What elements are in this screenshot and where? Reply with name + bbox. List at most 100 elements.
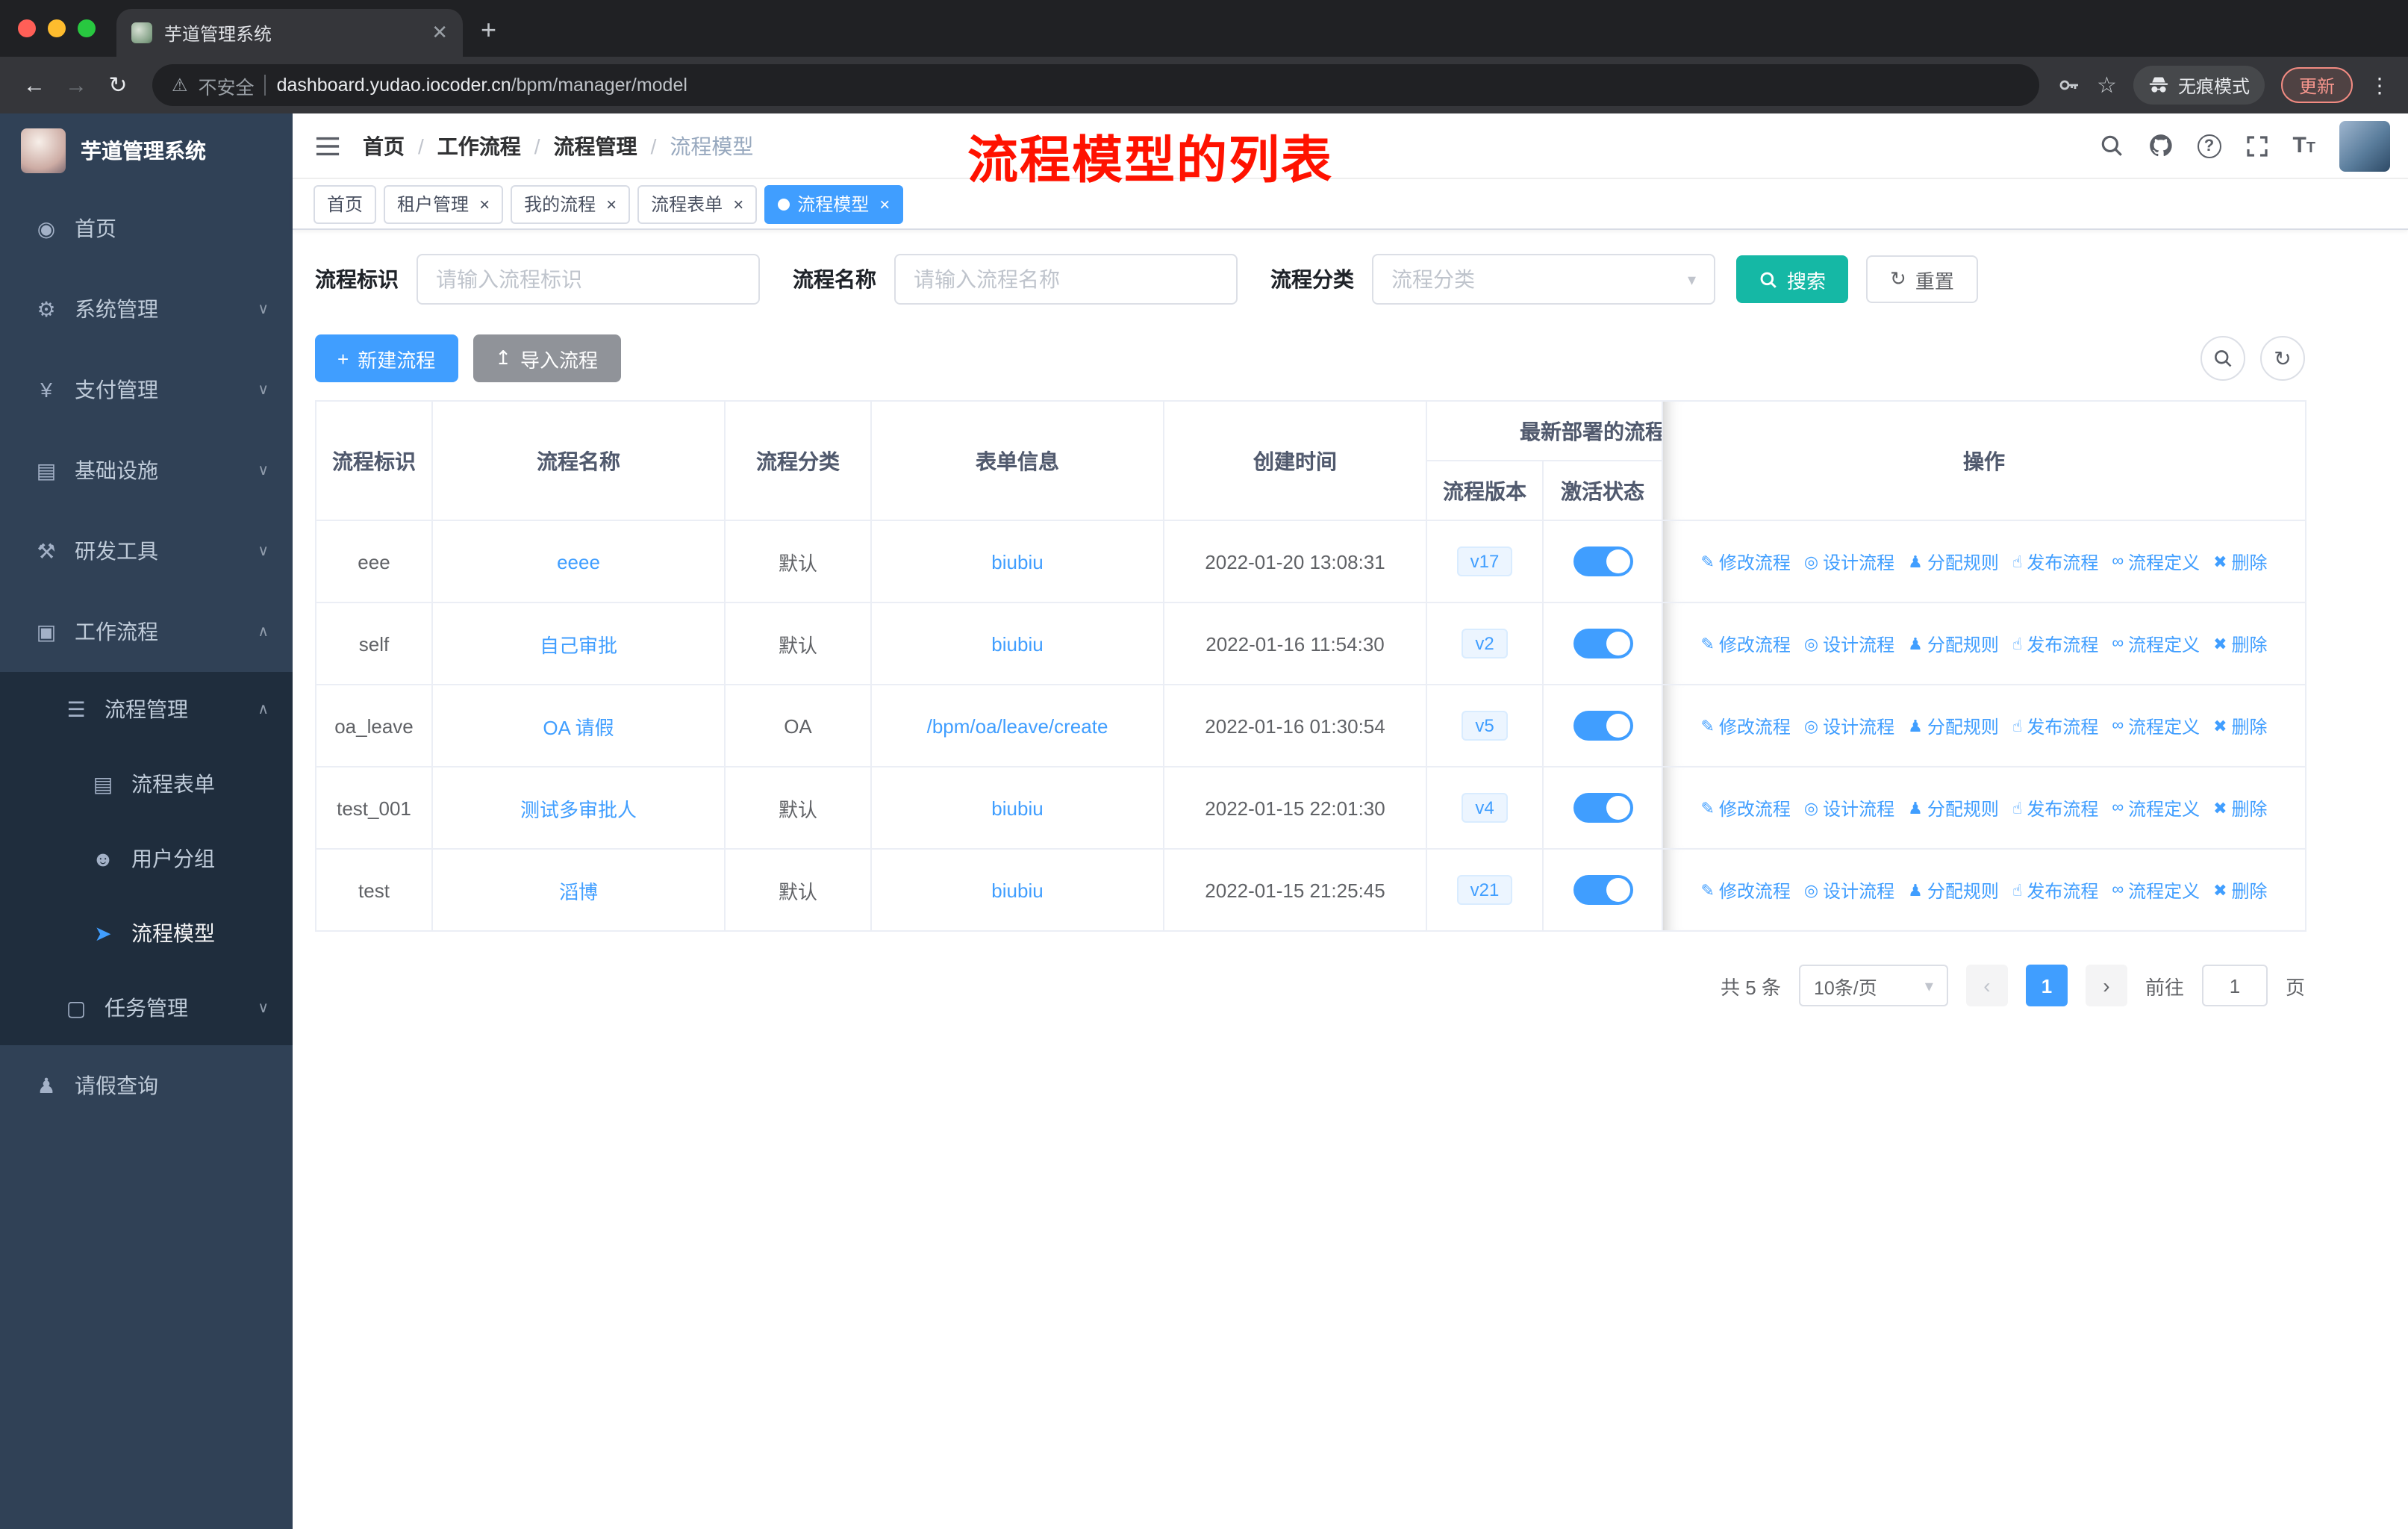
back-button[interactable]: ←	[18, 72, 51, 98]
reload-button[interactable]: ↻	[102, 72, 134, 99]
form-link[interactable]: biubiu	[991, 879, 1043, 901]
prev-page-button[interactable]: ‹	[1965, 965, 2008, 1006]
import-process-button[interactable]: ↥ 导入流程	[472, 334, 621, 382]
address-bar[interactable]: ⚠ 不安全 dashboard.yudao.iocoder.cn/bpm/man…	[152, 64, 2039, 106]
search-icon[interactable]	[2098, 133, 2124, 158]
sidebar-item-system[interactable]: ⚙ 系统管理 ∨	[0, 269, 293, 349]
sidebar-item-workflow[interactable]: ▣ 工作流程 ∧	[0, 591, 293, 672]
assign-rule-action-link[interactable]: ♟ 分配规则	[1908, 549, 1999, 574]
breadcrumb-home[interactable]: 首页	[363, 131, 405, 161]
definition-action-link[interactable]: ∞ 流程定义	[2112, 795, 2200, 820]
status-toggle[interactable]	[1573, 629, 1632, 658]
sidebar-item-process-form[interactable]: ▤ 流程表单	[0, 747, 293, 821]
sidebar-item-payment[interactable]: ¥ 支付管理 ∨	[0, 349, 293, 430]
minimize-window-button[interactable]	[48, 19, 66, 37]
form-link[interactable]: biubiu	[991, 632, 1043, 655]
publish-action-link[interactable]: ☝ 发布流程	[2012, 795, 2098, 820]
edit-action-link[interactable]: ✎ 修改流程	[1700, 713, 1790, 738]
publish-action-link[interactable]: ☝ 发布流程	[2012, 549, 2098, 574]
form-link[interactable]: biubiu	[991, 550, 1043, 573]
next-page-button[interactable]: ›	[2085, 965, 2127, 1006]
tag-my-process[interactable]: 我的流程 ×	[511, 184, 631, 223]
browser-tab[interactable]: 芋道管理系统 ✕	[116, 9, 463, 57]
edit-action-link[interactable]: ✎ 修改流程	[1700, 631, 1790, 656]
publish-action-link[interactable]: ☝ 发布流程	[2012, 877, 2098, 903]
version-tag[interactable]: v21	[1456, 875, 1513, 905]
password-key-icon[interactable]	[2056, 73, 2080, 97]
new-tab-button[interactable]: +	[481, 15, 496, 46]
edit-action-link[interactable]: ✎ 修改流程	[1700, 795, 1790, 820]
browser-menu-icon[interactable]: ⋮	[2369, 72, 2390, 98]
process-name-link[interactable]: eeee	[557, 550, 600, 573]
delete-action-link[interactable]: ✖ 删除	[2213, 713, 2267, 738]
status-toggle[interactable]	[1573, 711, 1632, 741]
breadcrumb-process-management[interactable]: 流程管理	[554, 131, 637, 161]
close-icon[interactable]: ×	[733, 193, 743, 214]
tag-tenant[interactable]: 租户管理 ×	[384, 184, 504, 223]
sidebar-item-home[interactable]: ◉ 首页	[0, 188, 293, 269]
sidebar-item-devtools[interactable]: ⚒ 研发工具 ∨	[0, 511, 293, 591]
form-link[interactable]: biubiu	[991, 797, 1043, 819]
edit-action-link[interactable]: ✎ 修改流程	[1700, 549, 1790, 574]
reset-button[interactable]: ↻ 重置	[1866, 255, 1978, 303]
process-name-input[interactable]	[894, 254, 1238, 305]
tag-home[interactable]: 首页	[314, 184, 377, 223]
process-name-link[interactable]: OA 请假	[543, 716, 614, 738]
design-action-link[interactable]: ◎ 设计流程	[1804, 877, 1894, 903]
version-tag[interactable]: v5	[1462, 711, 1508, 741]
goto-page-input[interactable]	[2201, 965, 2268, 1006]
close-icon[interactable]: ×	[606, 193, 617, 214]
bookmark-star-icon[interactable]: ☆	[2097, 72, 2117, 99]
assign-rule-action-link[interactable]: ♟ 分配规则	[1908, 631, 1999, 656]
font-size-icon[interactable]: TT	[2292, 133, 2315, 158]
tab-close-icon[interactable]: ✕	[431, 21, 448, 45]
delete-action-link[interactable]: ✖ 删除	[2213, 631, 2267, 656]
version-tag[interactable]: v2	[1462, 629, 1508, 658]
design-action-link[interactable]: ◎ 设计流程	[1804, 631, 1894, 656]
definition-action-link[interactable]: ∞ 流程定义	[2112, 549, 2200, 574]
maximize-window-button[interactable]	[78, 19, 96, 37]
show-search-button[interactable]	[2200, 336, 2245, 381]
sidebar-item-leave-query[interactable]: ♟ 请假查询	[0, 1045, 293, 1126]
close-window-button[interactable]	[18, 19, 36, 37]
sidebar-item-process-management[interactable]: ☰ 流程管理 ∧	[0, 672, 293, 747]
sidebar-item-task-management[interactable]: ▢ 任务管理 ∨	[0, 971, 293, 1045]
process-name-link[interactable]: 滔博	[559, 880, 598, 903]
delete-action-link[interactable]: ✖ 删除	[2213, 795, 2267, 820]
help-icon[interactable]: ?	[2197, 134, 2221, 158]
definition-action-link[interactable]: ∞ 流程定义	[2112, 713, 2200, 738]
publish-action-link[interactable]: ☝ 发布流程	[2012, 713, 2098, 738]
version-tag[interactable]: v17	[1456, 546, 1513, 576]
current-page-button[interactable]: 1	[2025, 965, 2068, 1006]
design-action-link[interactable]: ◎ 设计流程	[1804, 713, 1894, 738]
status-toggle[interactable]	[1573, 546, 1632, 576]
assign-rule-action-link[interactable]: ♟ 分配规则	[1908, 877, 1999, 903]
hamburger-icon[interactable]	[293, 135, 363, 156]
tag-process-form[interactable]: 流程表单 ×	[637, 184, 758, 223]
design-action-link[interactable]: ◎ 设计流程	[1804, 795, 1894, 820]
status-toggle[interactable]	[1573, 875, 1632, 905]
close-icon[interactable]: ×	[879, 193, 890, 214]
create-process-button[interactable]: + 新建流程	[315, 334, 458, 382]
refresh-table-button[interactable]: ↻	[2260, 336, 2305, 381]
delete-action-link[interactable]: ✖ 删除	[2213, 549, 2267, 574]
edit-action-link[interactable]: ✎ 修改流程	[1700, 877, 1790, 903]
definition-action-link[interactable]: ∞ 流程定义	[2112, 631, 2200, 656]
page-size-select[interactable]: 10条/页 ▾	[1798, 965, 1948, 1006]
publish-action-link[interactable]: ☝ 发布流程	[2012, 631, 2098, 656]
category-select[interactable]: 流程分类 ▾	[1372, 254, 1715, 305]
user-avatar[interactable]	[2339, 120, 2390, 171]
breadcrumb-workflow[interactable]: 工作流程	[437, 131, 521, 161]
github-icon[interactable]	[2147, 133, 2173, 158]
fullscreen-icon[interactable]	[2245, 134, 2268, 158]
update-button[interactable]: 更新	[2280, 67, 2353, 103]
forward-button[interactable]: →	[60, 72, 93, 98]
search-button[interactable]: 搜索	[1736, 255, 1849, 303]
sidebar-item-infrastructure[interactable]: ▤ 基础设施 ∨	[0, 430, 293, 511]
form-link[interactable]: /bpm/oa/leave/create	[927, 714, 1108, 737]
assign-rule-action-link[interactable]: ♟ 分配规则	[1908, 713, 1999, 738]
sidebar-item-user-group[interactable]: ☻ 用户分组	[0, 821, 293, 896]
tag-process-model[interactable]: 流程模型 ×	[764, 184, 904, 223]
process-name-link[interactable]: 测试多审批人	[520, 798, 637, 820]
process-name-link[interactable]: 自己审批	[540, 634, 617, 656]
